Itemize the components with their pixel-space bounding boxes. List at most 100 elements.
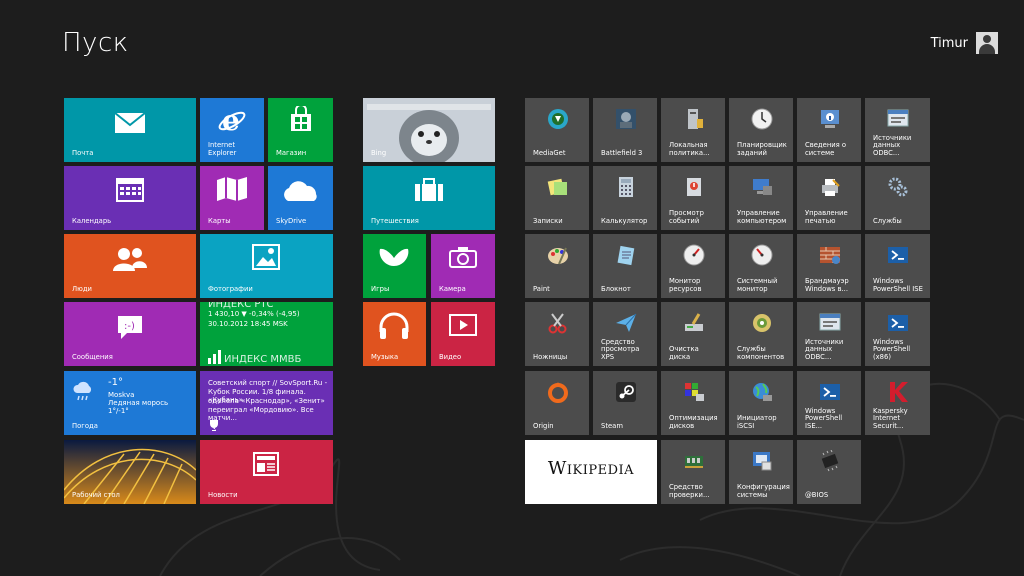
tile-games[interactable]: Игры — [363, 234, 426, 298]
tile-mediaget[interactable]: MediaGet — [525, 98, 589, 162]
tile-print-management[interactable]: Управление печатью — [797, 166, 861, 230]
tile-label: Планировщик заданий — [737, 141, 787, 158]
tile-sport[interactable]: Советский спорт // SovSport.Ru - Кубок Р… — [200, 371, 333, 435]
tile-label: Paint — [533, 285, 550, 294]
weather-icon — [73, 381, 92, 401]
tile-local-security-policy[interactable]: Локальная политика... — [661, 98, 725, 162]
tile-defrag[interactable]: Оптимизация дисков — [661, 371, 725, 435]
tile-label: SkyDrive — [276, 217, 307, 226]
tile-label: Ножницы — [533, 353, 568, 362]
user-account[interactable]: Timur — [931, 32, 998, 54]
tile-iscsi[interactable]: Инициатор iSCSI — [729, 371, 793, 435]
tile-sticky-notes[interactable]: Записки — [525, 166, 589, 230]
tile-event-viewer[interactable]: Просмотр событий — [661, 166, 725, 230]
tile-services[interactable]: Службы — [865, 166, 930, 230]
tile-powershell-x86[interactable]: Windows PowerShell (x86) — [865, 302, 930, 366]
tile-powershell-ise[interactable]: Windows PowerShell ISE — [865, 234, 930, 298]
tile-battlefield3[interactable]: Battlefield 3 — [593, 98, 657, 162]
tile-news[interactable]: Новости — [200, 440, 333, 504]
mail-icon — [114, 112, 146, 133]
tile-maps[interactable]: Карты — [200, 166, 264, 230]
tile-label: Источники данных ODBC... — [873, 133, 912, 158]
tile-powershell-ise-2[interactable]: Windows PowerShell ISE... — [797, 371, 861, 435]
gauge-icon — [683, 244, 705, 266]
tile-label: Windows PowerShell ISE — [873, 277, 923, 294]
video-icon — [449, 314, 477, 336]
weather-city: Moskva — [108, 391, 135, 399]
paper-plane-icon — [616, 313, 637, 332]
page-title: Пуск — [62, 28, 129, 58]
people-icon — [113, 248, 147, 271]
tile-travel[interactable]: Путешествия — [363, 166, 495, 230]
tile-label: Почта — [72, 149, 94, 158]
tile-skydrive[interactable]: SkyDrive — [268, 166, 333, 230]
tile-music[interactable]: Музыка — [363, 302, 426, 366]
tile-memory-diagnostic[interactable]: Средство проверки... — [661, 440, 725, 504]
globe-icon — [753, 383, 772, 401]
tile-task-scheduler[interactable]: Планировщик заданий — [729, 98, 793, 162]
tile-weather[interactable]: -1° Moskva Ледяная морось 1°/-1° Погода — [64, 371, 196, 435]
tile-messaging[interactable]: :-) Сообщения — [64, 302, 196, 366]
tile-kaspersky[interactable]: Kaspersky Internet Securit... — [865, 371, 930, 435]
firewall-icon — [820, 247, 840, 264]
tile-wikipedia[interactable]: Wikipedia — [525, 440, 657, 504]
trophy-icon — [210, 420, 218, 431]
tile-calculator[interactable]: Калькулятор — [593, 166, 657, 230]
tile-video[interactable]: Видео — [431, 302, 495, 366]
tile-bing[interactable]: Bing — [363, 98, 495, 162]
weather-range: 1°/-1° — [108, 407, 129, 415]
powershell-icon — [888, 247, 908, 263]
tile-computer-management[interactable]: Управление компьютером — [729, 166, 793, 230]
tile-odbc-64[interactable]: Источники данных ODBC... — [797, 302, 861, 366]
camera-icon — [449, 247, 477, 268]
tile-label: Конфигурация системы — [737, 483, 790, 500]
tile-resource-monitor[interactable]: Монитор ресурсов — [661, 234, 725, 298]
tile-steam[interactable]: Steam — [593, 371, 657, 435]
tile-label: Battlefield 3 — [601, 149, 643, 158]
tile-label: Камера — [439, 285, 466, 294]
tile-firewall[interactable]: Брандмауэр Windows в... — [797, 234, 861, 298]
tile-label: Калькулятор — [601, 217, 648, 226]
tile-disk-cleanup[interactable]: Очистка диска — [661, 302, 725, 366]
tile-store[interactable]: Магазин — [268, 98, 333, 162]
tile-photos[interactable]: Фотографии — [200, 234, 333, 298]
weather-condition: Ледяная морось — [108, 399, 169, 407]
user-name: Timur — [930, 35, 968, 51]
sport-line1: Советский спорт // SovSport.Ru - — [208, 379, 328, 387]
tile-label: Сообщения — [72, 353, 113, 362]
database-window-icon — [887, 109, 909, 127]
tile-label: Internet Explorer — [208, 141, 237, 158]
tile-snipping-tool[interactable]: Ножницы — [525, 302, 589, 366]
tile-label: Просмотр событий — [669, 209, 704, 226]
tile-finance[interactable]: ИНДЕКС РТС 1 430,10 ▼ -0,34% (-4,95) 30.… — [200, 302, 333, 366]
tile-msconfig[interactable]: Конфигурация системы — [729, 440, 793, 504]
cloud-icon — [284, 181, 317, 201]
tile-people[interactable]: Люди — [64, 234, 196, 298]
tile-desktop[interactable]: Рабочий стол — [64, 440, 196, 504]
tile-notepad[interactable]: Блокнот — [593, 234, 657, 298]
tile-origin[interactable]: Origin — [525, 371, 589, 435]
calculator-icon — [619, 177, 633, 197]
tile-calendar[interactable]: Календарь — [64, 166, 196, 230]
finance-line2: 30.10.2012 18:45 MSK — [208, 320, 288, 328]
tile-paint[interactable]: Paint — [525, 234, 589, 298]
tile-label: Локальная политика... — [669, 141, 710, 158]
tile-label: Управление печатью — [805, 209, 848, 226]
tile-label: Windows PowerShell (x86) — [873, 337, 911, 362]
tile-internet-explorer[interactable]: e Internet Explorer — [200, 98, 264, 162]
tile-label: Kaspersky Internet Securit... — [873, 406, 908, 431]
tile-odbc-32[interactable]: Источники данных ODBC... — [865, 98, 930, 162]
sticky-notes-icon — [547, 178, 567, 196]
tile-performance-monitor[interactable]: Системный монитор — [729, 234, 793, 298]
tile-xps-viewer[interactable]: Средство просмотра XPS — [593, 302, 657, 366]
xbox-icon — [379, 248, 409, 266]
finance-title: ИНДЕКС РТС — [208, 302, 274, 310]
tile-component-services[interactable]: Службы компонентов — [729, 302, 793, 366]
tile-label: Рабочий стол — [72, 491, 120, 500]
tile-mail[interactable]: Почта — [64, 98, 196, 162]
tile-atbios[interactable]: @BIOS — [797, 440, 861, 504]
tile-system-info[interactable]: Сведения о системе — [797, 98, 861, 162]
tile-label: Инициатор iSCSI — [737, 414, 777, 431]
tile-camera[interactable]: Камера — [431, 234, 495, 298]
tile-label: Новости — [208, 491, 238, 500]
